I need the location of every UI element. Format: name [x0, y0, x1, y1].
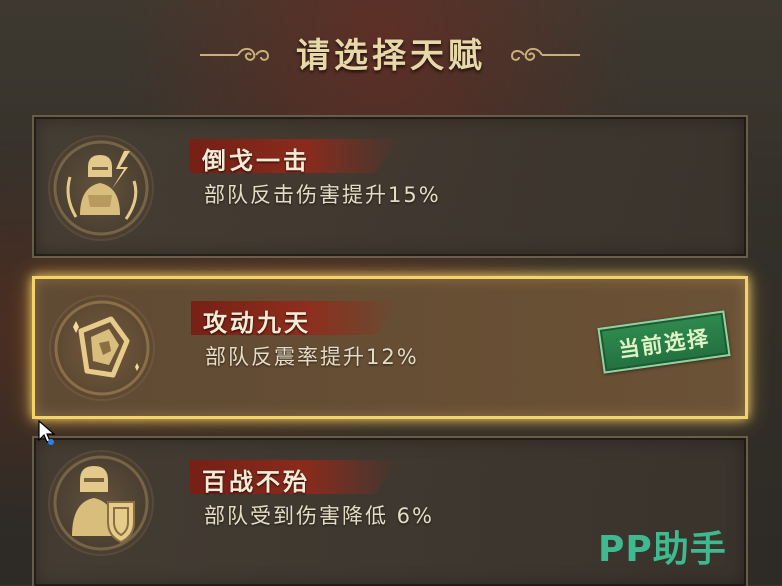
talent-name: 百战不殆	[202, 468, 310, 496]
dialog-header: 请选择天赋	[0, 0, 782, 100]
current-selection-badge: 当前选择	[597, 310, 731, 374]
talent-emblem	[50, 452, 152, 554]
talent-emblem	[50, 137, 152, 239]
spiral-shield-icon	[54, 300, 150, 396]
talent-description: 部队反震率提升12%	[205, 345, 419, 369]
talent-card[interactable]: 倒戈一击 部队反击伤害提升15%	[32, 115, 748, 258]
knight-shield-icon	[53, 455, 149, 551]
talent-name: 攻动九天	[203, 309, 311, 337]
page-title: 请选择天赋	[296, 36, 486, 76]
talent-card-selected[interactable]: 攻动九天 部队反震率提升12% 当前选择	[32, 276, 748, 419]
talent-name: 倒戈一击	[202, 147, 310, 175]
watermark-logo: PP助手	[598, 529, 727, 570]
right-cloud-ornament-icon	[510, 47, 580, 61]
warrior-lightning-icon	[53, 140, 149, 236]
talent-description: 部队反击伤害提升15%	[204, 183, 441, 207]
mouse-cursor-icon	[38, 420, 56, 445]
talent-description: 部队受到伤害降低 6%	[204, 504, 434, 528]
talent-emblem	[51, 297, 153, 399]
